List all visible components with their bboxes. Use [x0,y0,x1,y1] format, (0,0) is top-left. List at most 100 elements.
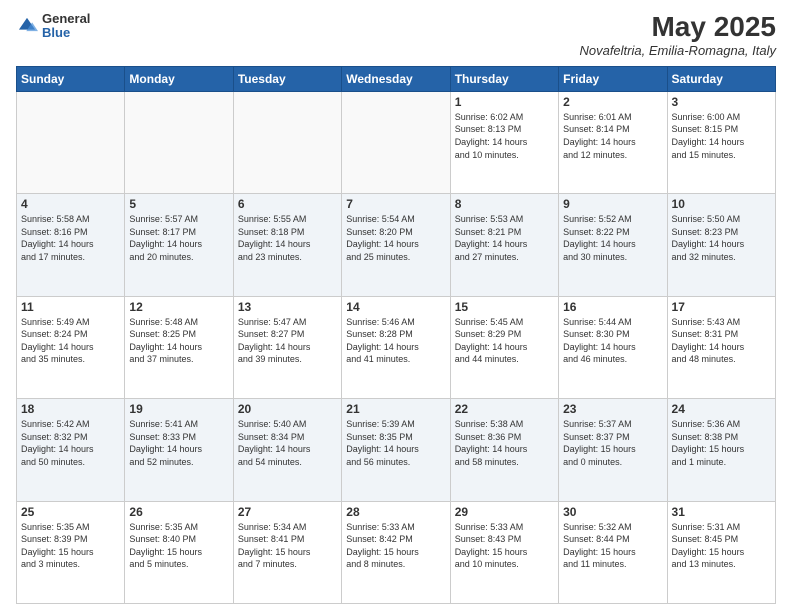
day-info: Sunrise: 5:58 AM Sunset: 8:16 PM Dayligh… [21,213,120,263]
header-friday: Friday [559,66,667,91]
logo-text: General Blue [42,12,90,41]
table-row: 31 Sunrise: 5:31 AM Sunset: 8:45 PM Dayli… [667,501,775,603]
day-info: Sunrise: 5:35 AM Sunset: 8:39 PM Dayligh… [21,521,120,571]
day-number: 11 [21,300,120,314]
header-thursday: Thursday [450,66,558,91]
table-row [342,91,450,193]
logo-general: General [42,12,90,26]
logo-icon [16,15,38,37]
calendar-row: 18Sunrise: 5:42 AM Sunset: 8:32 PM Dayli… [17,399,776,501]
day-info: Sunrise: 5:53 AM Sunset: 8:21 PM Dayligh… [455,213,554,263]
day-number: 1 [455,95,554,109]
page: General Blue May 2025 Novafeltria, Emili… [0,0,792,612]
day-number: 19 [129,402,228,416]
day-number: 20 [238,402,337,416]
calendar-row: 1 Sunrise: 6:02 AM Sunset: 8:13 PM Daylig… [17,91,776,193]
table-row: 30 Sunrise: 5:32 AM Sunset: 8:44 PM Dayli… [559,501,667,603]
day-number: 5 [129,197,228,211]
day-number: 26 [129,505,228,519]
day-info: Sunrise: 5:37 AM Sunset: 8:37 PM Dayligh… [563,418,662,468]
calendar-row: 25 Sunrise: 5:35 AM Sunset: 8:39 PM Dayli… [17,501,776,603]
day-info: Sunrise: 5:42 AM Sunset: 8:32 PM Dayligh… [21,418,120,468]
table-row: 4 Sunrise: 5:58 AM Sunset: 8:16 PM Daylig… [17,194,125,296]
day-number: 14 [346,300,445,314]
table-row: 26 Sunrise: 5:35 AM Sunset: 8:40 PM Dayli… [125,501,233,603]
table-row: 12Sunrise: 5:48 AM Sunset: 8:25 PM Dayli… [125,296,233,398]
calendar-row: 11Sunrise: 5:49 AM Sunset: 8:24 PM Dayli… [17,296,776,398]
day-number: 25 [21,505,120,519]
day-info: Sunrise: 5:32 AM Sunset: 8:44 PM Dayligh… [563,521,662,571]
day-number: 2 [563,95,662,109]
header-sunday: Sunday [17,66,125,91]
day-info: Sunrise: 5:35 AM Sunset: 8:40 PM Dayligh… [129,521,228,571]
location: Novafeltria, Emilia-Romagna, Italy [579,43,776,58]
day-number: 24 [672,402,771,416]
table-row: 19 Sunrise: 5:41 AM Sunset: 8:33 PM Dayli… [125,399,233,501]
table-row: 10 Sunrise: 5:50 AM Sunset: 8:23 PM Dayli… [667,194,775,296]
logo-blue: Blue [42,26,90,40]
table-row: 25 Sunrise: 5:35 AM Sunset: 8:39 PM Dayli… [17,501,125,603]
table-row: 21 Sunrise: 5:39 AM Sunset: 8:35 PM Dayli… [342,399,450,501]
day-number: 6 [238,197,337,211]
table-row: 15Sunrise: 5:45 AM Sunset: 8:29 PM Dayli… [450,296,558,398]
day-info: Sunrise: 5:50 AM Sunset: 8:23 PM Dayligh… [672,213,771,263]
table-row [233,91,341,193]
table-row: 6 Sunrise: 5:55 AM Sunset: 8:18 PM Daylig… [233,194,341,296]
table-row: 11Sunrise: 5:49 AM Sunset: 8:24 PM Dayli… [17,296,125,398]
table-row: 3 Sunrise: 6:00 AM Sunset: 8:15 PM Daylig… [667,91,775,193]
table-row: 20 Sunrise: 5:40 AM Sunset: 8:34 PM Dayli… [233,399,341,501]
day-number: 30 [563,505,662,519]
day-info: Sunrise: 5:40 AM Sunset: 8:34 PM Dayligh… [238,418,337,468]
calendar-header-row: Sunday Monday Tuesday Wednesday Thursday… [17,66,776,91]
day-number: 21 [346,402,445,416]
day-info: Sunrise: 6:02 AM Sunset: 8:13 PM Dayligh… [455,111,554,161]
day-info: Sunrise: 5:36 AM Sunset: 8:38 PM Dayligh… [672,418,771,468]
day-number: 22 [455,402,554,416]
day-number: 3 [672,95,771,109]
table-row: 22 Sunrise: 5:38 AM Sunset: 8:36 PM Dayli… [450,399,558,501]
table-row: 27Sunrise: 5:34 AM Sunset: 8:41 PM Dayli… [233,501,341,603]
day-number: 15 [455,300,554,314]
day-number: 23 [563,402,662,416]
day-info: Sunrise: 5:39 AM Sunset: 8:35 PM Dayligh… [346,418,445,468]
table-row: 1 Sunrise: 6:02 AM Sunset: 8:13 PM Daylig… [450,91,558,193]
table-row [125,91,233,193]
day-number: 8 [455,197,554,211]
day-number: 7 [346,197,445,211]
day-info: Sunrise: 5:55 AM Sunset: 8:18 PM Dayligh… [238,213,337,263]
table-row: 23 Sunrise: 5:37 AM Sunset: 8:37 PM Dayli… [559,399,667,501]
table-row: 29Sunrise: 5:33 AM Sunset: 8:43 PM Dayli… [450,501,558,603]
day-info: Sunrise: 5:54 AM Sunset: 8:20 PM Dayligh… [346,213,445,263]
day-info: Sunrise: 5:57 AM Sunset: 8:17 PM Dayligh… [129,213,228,263]
day-number: 17 [672,300,771,314]
day-number: 13 [238,300,337,314]
day-info: Sunrise: 5:46 AM Sunset: 8:28 PM Dayligh… [346,316,445,366]
day-info: Sunrise: 5:33 AM Sunset: 8:42 PM Dayligh… [346,521,445,571]
table-row: 2 Sunrise: 6:01 AM Sunset: 8:14 PM Daylig… [559,91,667,193]
month-title: May 2025 [579,12,776,43]
day-info: Sunrise: 5:31 AM Sunset: 8:45 PM Dayligh… [672,521,771,571]
day-info: Sunrise: 5:47 AM Sunset: 8:27 PM Dayligh… [238,316,337,366]
table-row: 8 Sunrise: 5:53 AM Sunset: 8:21 PM Daylig… [450,194,558,296]
day-number: 28 [346,505,445,519]
day-number: 10 [672,197,771,211]
table-row: 14 Sunrise: 5:46 AM Sunset: 8:28 PM Dayli… [342,296,450,398]
header-tuesday: Tuesday [233,66,341,91]
table-row: 16Sunrise: 5:44 AM Sunset: 8:30 PM Dayli… [559,296,667,398]
table-row: 28 Sunrise: 5:33 AM Sunset: 8:42 PM Dayli… [342,501,450,603]
day-info: Sunrise: 6:01 AM Sunset: 8:14 PM Dayligh… [563,111,662,161]
table-row: 9Sunrise: 5:52 AM Sunset: 8:22 PM Daylig… [559,194,667,296]
day-info: Sunrise: 5:38 AM Sunset: 8:36 PM Dayligh… [455,418,554,468]
day-info: Sunrise: 6:00 AM Sunset: 8:15 PM Dayligh… [672,111,771,161]
logo: General Blue [16,12,90,41]
table-row: 7 Sunrise: 5:54 AM Sunset: 8:20 PM Daylig… [342,194,450,296]
day-info: Sunrise: 5:41 AM Sunset: 8:33 PM Dayligh… [129,418,228,468]
header-wednesday: Wednesday [342,66,450,91]
day-number: 4 [21,197,120,211]
day-number: 31 [672,505,771,519]
day-info: Sunrise: 5:52 AM Sunset: 8:22 PM Dayligh… [563,213,662,263]
header: General Blue May 2025 Novafeltria, Emili… [16,12,776,58]
header-monday: Monday [125,66,233,91]
table-row: 18Sunrise: 5:42 AM Sunset: 8:32 PM Dayli… [17,399,125,501]
calendar-table: Sunday Monday Tuesday Wednesday Thursday… [16,66,776,604]
